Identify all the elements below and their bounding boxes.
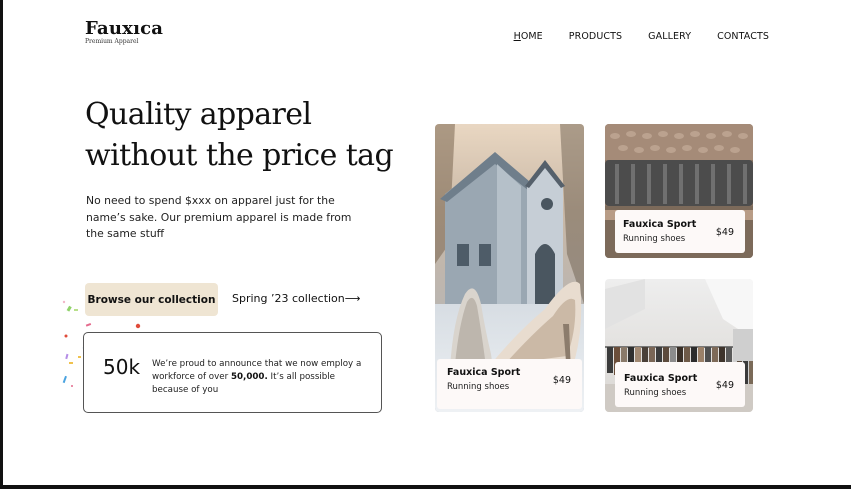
hero-title-line-2: without the price tag [85, 138, 394, 173]
spring-collection-link[interactable]: Spring ’23 collection⟶ [232, 292, 361, 305]
product-card[interactable]: Fauxica Sport Running shoes $49 [605, 279, 753, 412]
hero-description: No need to spend $xxx on apparel just fo… [86, 194, 352, 240]
main-nav: HOME PRODUCTS GALLERY CONTACTS [514, 31, 769, 42]
employee-stat-card: 50k We’re proud to announce that we now … [83, 332, 382, 413]
product-subtitle: Running shoes [624, 388, 687, 398]
product-price: $49 [715, 380, 734, 391]
brand-logo[interactable]: Fauxıca Premium Apparel [85, 18, 163, 45]
product-label: Fauxica Sport Running shoes $49 [437, 359, 582, 409]
nav-gallery-rest: ALLERY [655, 31, 692, 42]
browse-collection-button[interactable]: Browse our collection [85, 283, 218, 316]
brand-tagline: Premium Apparel [85, 38, 139, 45]
nav-contacts-link[interactable]: CONTACTS [717, 31, 769, 42]
product-card[interactable]: Fauxica Sport Running shoes $49 [435, 124, 584, 412]
product-name: Fauxica Sport [623, 219, 697, 230]
nav-products-rest: RODUCTS [574, 31, 623, 42]
nav-contacts-initial: C [717, 31, 724, 42]
product-price: $49 [715, 227, 734, 238]
product-subtitle: Running shoes [623, 234, 686, 244]
nav-home-link[interactable]: HOME [514, 31, 543, 42]
product-name: Fauxica Sport [447, 367, 521, 378]
nav-products-link[interactable]: PRODUCTS [569, 31, 622, 42]
hero-title: Quality apparel without the price tag [85, 94, 405, 176]
nav-home-initial: H [513, 31, 521, 42]
nav-gallery-link[interactable]: GALLERY [648, 31, 691, 42]
nav-gallery-initial: G [648, 31, 656, 42]
nav-contacts-rest: ONTACTS [723, 31, 769, 42]
product-price: $49 [552, 375, 571, 386]
brand-name: Fauxıca [85, 18, 164, 39]
product-card[interactable]: Fauxica Sport Running shoes $49 [605, 124, 753, 258]
product-label: Fauxica Sport Running shoes $49 [615, 362, 745, 407]
product-label: Fauxica Sport Running shoes $49 [615, 210, 745, 253]
stat-description: We’re proud to announce that we now empl… [152, 358, 372, 397]
nav-home-rest: OME [520, 31, 543, 42]
product-subtitle: Running shoes [447, 382, 510, 392]
product-name: Fauxica Sport [624, 373, 698, 384]
hero-title-line-1: Quality apparel [85, 97, 312, 132]
stat-text-bold: 50,000. [230, 372, 268, 382]
stat-number: 50k [103, 355, 141, 379]
